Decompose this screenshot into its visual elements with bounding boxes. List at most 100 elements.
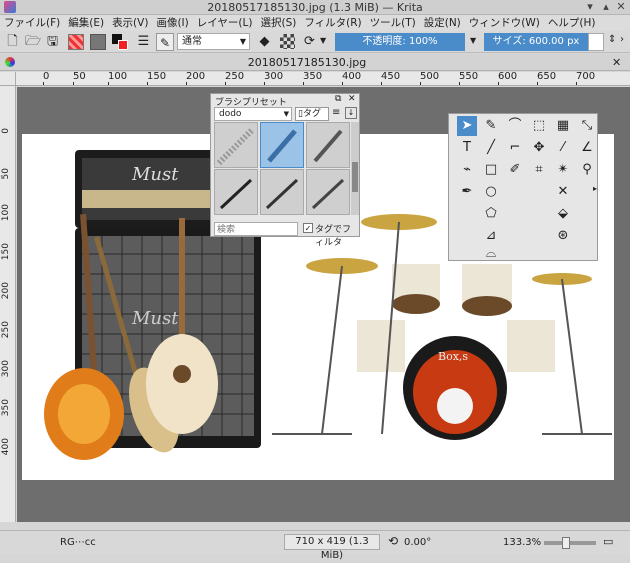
color-picker-icon[interactable]: ⁄ — [553, 138, 573, 158]
calligraphy-pen-icon[interactable]: ✒ — [457, 182, 477, 202]
ruler-tick: 50 — [1, 168, 11, 180]
line-tool-icon[interactable]: ╱ — [481, 138, 501, 158]
rectangle-select-icon[interactable]: ⬚ — [529, 116, 549, 136]
measure-icon[interactable]: ∠ — [577, 138, 597, 158]
zoom-slider-handle[interactable] — [562, 537, 570, 549]
opacity-slider[interactable]: 不透明度: 100% — [335, 33, 465, 51]
polyline-tool-icon[interactable]: ⊿ — [481, 226, 501, 246]
brush-preset-item[interactable] — [214, 122, 258, 168]
menu-layer[interactable]: レイヤー(L) — [193, 15, 257, 31]
close-window-button[interactable]: ✕ — [615, 1, 627, 13]
menu-file[interactable]: ファイル(F) — [0, 15, 64, 31]
document-tab-title[interactable]: 20180517185130.jpg — [0, 56, 614, 69]
reload-preset-icon[interactable]: ⟳ — [302, 34, 317, 49]
menu-window[interactable]: ウィンドウ(W) — [465, 15, 544, 31]
float-docker-icon[interactable]: ⧉ — [335, 94, 341, 104]
new-document-icon[interactable]: 🗋 — [5, 34, 20, 49]
menu-image[interactable]: 画像(I) — [152, 15, 192, 31]
import-icon[interactable]: ↓ — [345, 107, 357, 119]
size-spinner-icon[interactable]: ⇕ — [608, 34, 616, 45]
canvas-only-icon[interactable]: ▭ — [603, 535, 613, 548]
fill-tool-icon[interactable]: ⬙ — [553, 204, 573, 224]
dynamic-brush-icon[interactable]: ✐ — [505, 160, 525, 180]
crop-icon[interactable]: ⌗ — [529, 160, 549, 180]
freehand-brush-icon[interactable]: ✎ — [481, 116, 501, 136]
menu-tools[interactable]: ツール(T) — [366, 15, 420, 31]
image-size-button[interactable]: 710 x 419 (1.3 MiB) — [284, 534, 380, 561]
edit-shapes-icon[interactable]: ⌁ — [457, 160, 477, 180]
ruler-tick: 350 — [1, 399, 11, 417]
curve-tool-icon[interactable]: ⌐ — [505, 138, 525, 158]
ruler-tick: 100 — [108, 72, 128, 85]
blend-mode-select[interactable]: 通常 ▼ — [177, 33, 250, 50]
select-shapes-icon[interactable]: ➤ — [457, 116, 477, 136]
gradient-icon[interactable]: ▦ — [553, 116, 573, 136]
ellipse-tool-icon[interactable]: ○ — [481, 182, 501, 202]
fg-bg-color-icon[interactable] — [112, 34, 128, 50]
expand-toolbar-icon[interactable]: › — [620, 34, 624, 45]
rotation-value[interactable]: 0.00° — [404, 537, 431, 548]
maximize-button[interactable]: ▴ — [600, 1, 612, 13]
alpha-lock-icon[interactable] — [280, 34, 295, 49]
zoom-value[interactable]: 133.3% — [503, 537, 541, 548]
menu-settings[interactable]: 設定(N) — [420, 15, 465, 31]
menu-icon[interactable]: ≡ — [332, 107, 340, 118]
transform-icon[interactable]: ⤡ — [577, 116, 597, 136]
brush-preset-item[interactable] — [306, 169, 350, 215]
chevron-down-icon[interactable]: ▼ — [320, 36, 326, 45]
move-tool-icon[interactable]: ✥ — [529, 138, 549, 158]
minimize-button[interactable]: ▾ — [584, 1, 596, 13]
horizontal-ruler[interactable]: 0 50 100 150 200 250 300 350 400 450 500… — [16, 72, 630, 86]
rotate-icon[interactable]: ⟲ — [388, 534, 398, 548]
tag-select[interactable]: ▯タグ — [295, 107, 329, 121]
preset-search-input[interactable] — [214, 222, 298, 236]
pattern-preset-icon[interactable] — [90, 34, 106, 50]
menu-edit[interactable]: 編集(E) — [64, 15, 108, 31]
preset-scrollbar[interactable] — [351, 122, 359, 215]
brush-preset-item[interactable] — [214, 169, 258, 215]
brush-preset-item-selected[interactable] — [260, 122, 304, 168]
ruler-tick: 0 — [1, 128, 11, 134]
rectangle-tool-icon[interactable]: □ — [481, 160, 501, 180]
menu-help[interactable]: ヘルプ(H) — [544, 15, 600, 31]
scrollbar-thumb[interactable] — [352, 162, 358, 192]
close-docker-icon[interactable]: ✕ — [348, 94, 356, 104]
title-bar: 20180517185130.jpg (1.3 MiB) — Krita ▾ ▴… — [0, 0, 630, 15]
menu-view[interactable]: 表示(V) — [108, 15, 152, 31]
bezier-tool-icon[interactable]: ⌓ — [481, 244, 501, 264]
close-tab-button[interactable]: ✕ — [612, 56, 621, 69]
brush-presets-docker: ブラシプリセット ⧉ ✕ dodo ▼ ▯タグ ≡ ↓ ✓ タグでフィルタ — [210, 93, 360, 248]
ruler-tick: 150 — [147, 72, 167, 85]
calligraphy-icon[interactable]: ⌒ — [505, 116, 525, 136]
polygon-tool-icon[interactable]: ⬠ — [481, 204, 501, 224]
size-slider[interactable]: サイズ: 600.00 px — [484, 33, 588, 51]
ruler-tick: 50 — [73, 72, 86, 85]
open-document-icon[interactable]: 🗁 — [25, 34, 41, 49]
menu-filter[interactable]: フィルタ(R) — [300, 15, 365, 31]
brush-preset-item[interactable] — [306, 122, 350, 168]
chevron-down-icon[interactable]: ▼ — [470, 36, 476, 45]
amp-logo-text: Must — [131, 308, 179, 329]
vertical-ruler[interactable]: 0 50 100 150 200 250 300 350 400 — [0, 86, 16, 522]
brush-preset-item[interactable] — [260, 169, 304, 215]
expand-toolbox-icon[interactable]: ▸ — [593, 184, 597, 193]
ruler-tick: 400 — [342, 72, 362, 85]
save-icon[interactable]: 🖫 — [45, 34, 60, 49]
zoom-slider[interactable] — [544, 537, 596, 549]
menu-select[interactable]: 選択(S) — [256, 15, 300, 31]
ruler-tick: 650 — [537, 72, 557, 85]
assistant-icon[interactable]: ⚲ — [577, 160, 597, 180]
drum-brand-text: Box,s — [438, 350, 468, 363]
preset-select[interactable]: dodo ▼ — [214, 107, 292, 121]
filter-by-tag-checkbox[interactable]: ✓ — [303, 223, 313, 233]
brush-settings-icon[interactable]: ☰ — [136, 34, 151, 49]
ruler-corner — [0, 72, 16, 86]
brush-preset-icon[interactable]: ✎ — [156, 33, 174, 51]
similar-select-icon[interactable]: ⊛ — [553, 226, 573, 246]
gradient-preset-icon[interactable] — [68, 34, 84, 50]
eraser-icon[interactable]: ◆ — [257, 34, 272, 49]
text-tool-icon[interactable]: T — [457, 138, 477, 158]
multibrush-icon[interactable]: ✕ — [553, 182, 573, 202]
smart-patch-icon[interactable]: ✴ — [553, 160, 573, 180]
size-field-tail[interactable] — [588, 33, 604, 51]
